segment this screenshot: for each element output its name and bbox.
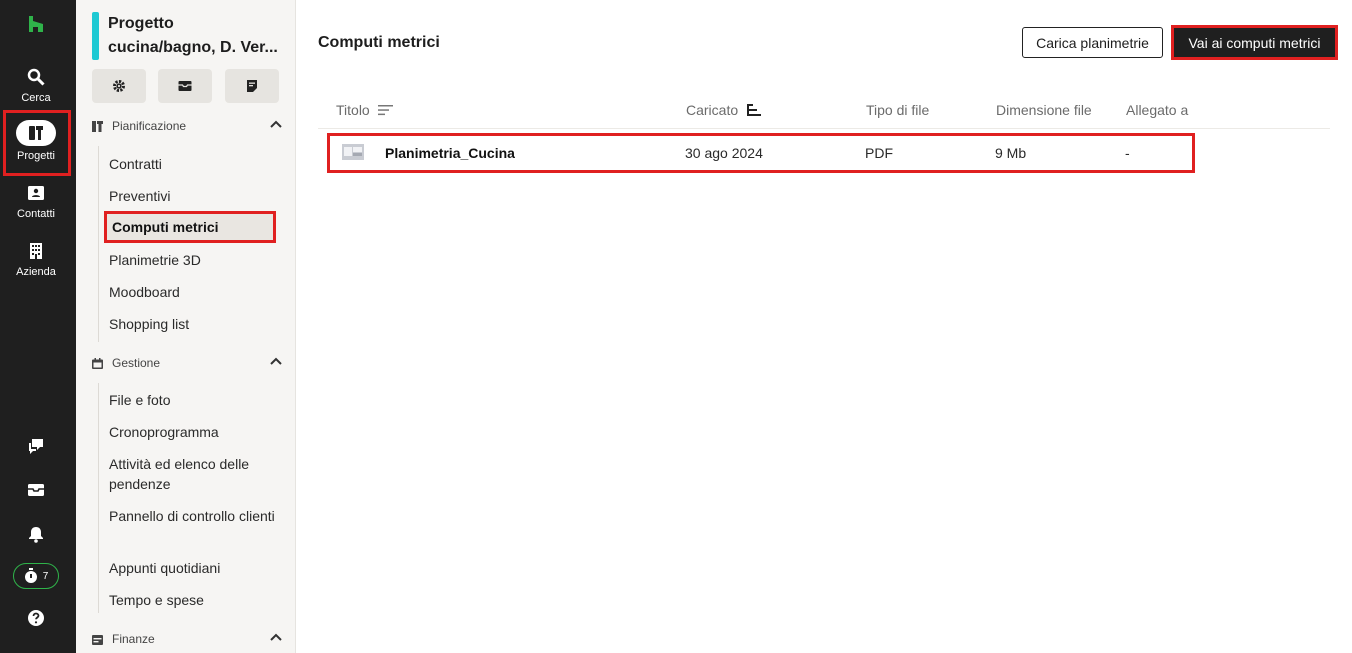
rail-item-label: Cerca [21, 92, 51, 104]
file-attached-to: - [1125, 145, 1130, 161]
project-notes-button[interactable] [225, 69, 279, 103]
section-header-gestione[interactable]: Gestione [92, 353, 282, 373]
upload-floorplans-button[interactable]: Carica planimetrie [1022, 27, 1163, 58]
file-title[interactable]: Planimetria_Cucina [385, 145, 515, 161]
inbox-icon [178, 81, 192, 91]
sidebar-item-cronoprogramma[interactable]: Cronoprogramma [109, 422, 279, 442]
section-header-finanze[interactable]: Finanze [92, 629, 282, 649]
houzz-logo-icon[interactable] [27, 15, 45, 33]
note-icon [247, 80, 257, 92]
sidebar-item-computi-metrici[interactable]: Computi metrici [104, 211, 276, 243]
calendar-icon [92, 357, 106, 369]
sort-active-icon[interactable] [746, 103, 762, 117]
go-to-estimates-button[interactable]: Vai ai computi metrici [1174, 28, 1335, 57]
file-uploaded-date: 30 ago 2024 [685, 145, 763, 161]
help-icon[interactable] [24, 606, 48, 630]
timer-badge[interactable]: 7 [13, 563, 59, 589]
rail-item-contacts[interactable]: Contatti [0, 182, 72, 220]
column-header-file-type[interactable]: Tipo di file [866, 102, 929, 118]
file-type: PDF [865, 145, 893, 161]
building-icon [25, 240, 47, 262]
bell-icon[interactable] [24, 522, 48, 546]
stopwatch-icon [24, 568, 37, 583]
sidebar-item-tempo-e-spese[interactable]: Tempo e spese [109, 590, 279, 610]
table-header: Titolo Caricato Tipo di file Dimensione … [318, 93, 1330, 129]
sidebar-item-contratti[interactable]: Contratti [109, 154, 279, 174]
section-divider [98, 383, 99, 613]
timer-count: 7 [42, 570, 49, 582]
page-title: Computi metrici [318, 34, 440, 51]
chevron-up-icon[interactable] [270, 120, 282, 128]
section-header-pianificazione[interactable]: Pianificazione [92, 116, 282, 136]
file-thumbnail-icon [342, 144, 364, 160]
sidebar-item-planimetrie-3d[interactable]: Planimetrie 3D [109, 250, 279, 270]
contact-card-icon [25, 182, 47, 204]
project-color-bar [92, 12, 99, 60]
column-header-title[interactable]: Titolo [336, 102, 394, 118]
column-header-attached-to[interactable]: Allegato a [1126, 102, 1188, 118]
file-size: 9 Mb [995, 145, 1027, 161]
rail-item-label: Contatti [17, 208, 55, 220]
project-title: Progetto cucina/bagno, D. Ver... [108, 15, 278, 56]
sidebar-item-appunti-quotidiani[interactable]: Appunti quotidiani [109, 558, 279, 578]
column-header-file-size[interactable]: Dimensione file [996, 102, 1092, 118]
search-icon [25, 66, 47, 88]
highlight-box: Vai ai computi metrici [1171, 25, 1338, 60]
main-content: Computi metrici Carica planimetrie Vai a… [297, 0, 1352, 653]
rail-item-label: Azienda [16, 266, 56, 278]
sidebar-item-attivita[interactable]: Attività ed elenco delle pendenze [109, 454, 279, 494]
column-header-uploaded[interactable]: Caricato [686, 102, 762, 118]
sidebar-item-moodboard[interactable]: Moodboard [109, 282, 279, 302]
highlight-box: Planimetria_Cucina 30 ago 2024 PDF 9 Mb … [327, 133, 1195, 173]
project-settings-button[interactable] [92, 69, 146, 103]
chevron-up-icon[interactable] [270, 633, 282, 641]
inbox-icon[interactable] [24, 478, 48, 502]
rail-item-company[interactable]: Azienda [0, 240, 72, 278]
planning-icon [92, 120, 106, 132]
table-row[interactable]: Planimetria_Cucina 30 ago 2024 PDF 9 Mb … [330, 136, 1192, 170]
chat-icon[interactable] [24, 434, 48, 458]
project-sidebar: Progetto cucina/bagno, D. Ver... Pianifi… [76, 0, 296, 653]
sort-icon[interactable] [377, 104, 394, 116]
project-header[interactable]: Progetto cucina/bagno, D. Ver... [92, 12, 288, 60]
chevron-up-icon[interactable] [270, 357, 282, 365]
app-rail: Cerca Progetti Contatti Azienda 7 [0, 0, 76, 653]
sidebar-item-file-e-foto[interactable]: File e foto [109, 390, 279, 410]
sidebar-item-preventivi[interactable]: Preventivi [109, 186, 279, 206]
sidebar-item-shopping-list[interactable]: Shopping list [109, 314, 279, 334]
rail-item-search[interactable]: Cerca [0, 66, 72, 104]
sidebar-item-pannello-clienti[interactable]: Pannello di controllo clienti [109, 506, 279, 526]
finance-icon [92, 634, 106, 645]
gear-icon [113, 80, 125, 92]
project-inbox-button[interactable] [158, 69, 212, 103]
highlight-box [3, 110, 71, 176]
section-divider [98, 146, 99, 342]
